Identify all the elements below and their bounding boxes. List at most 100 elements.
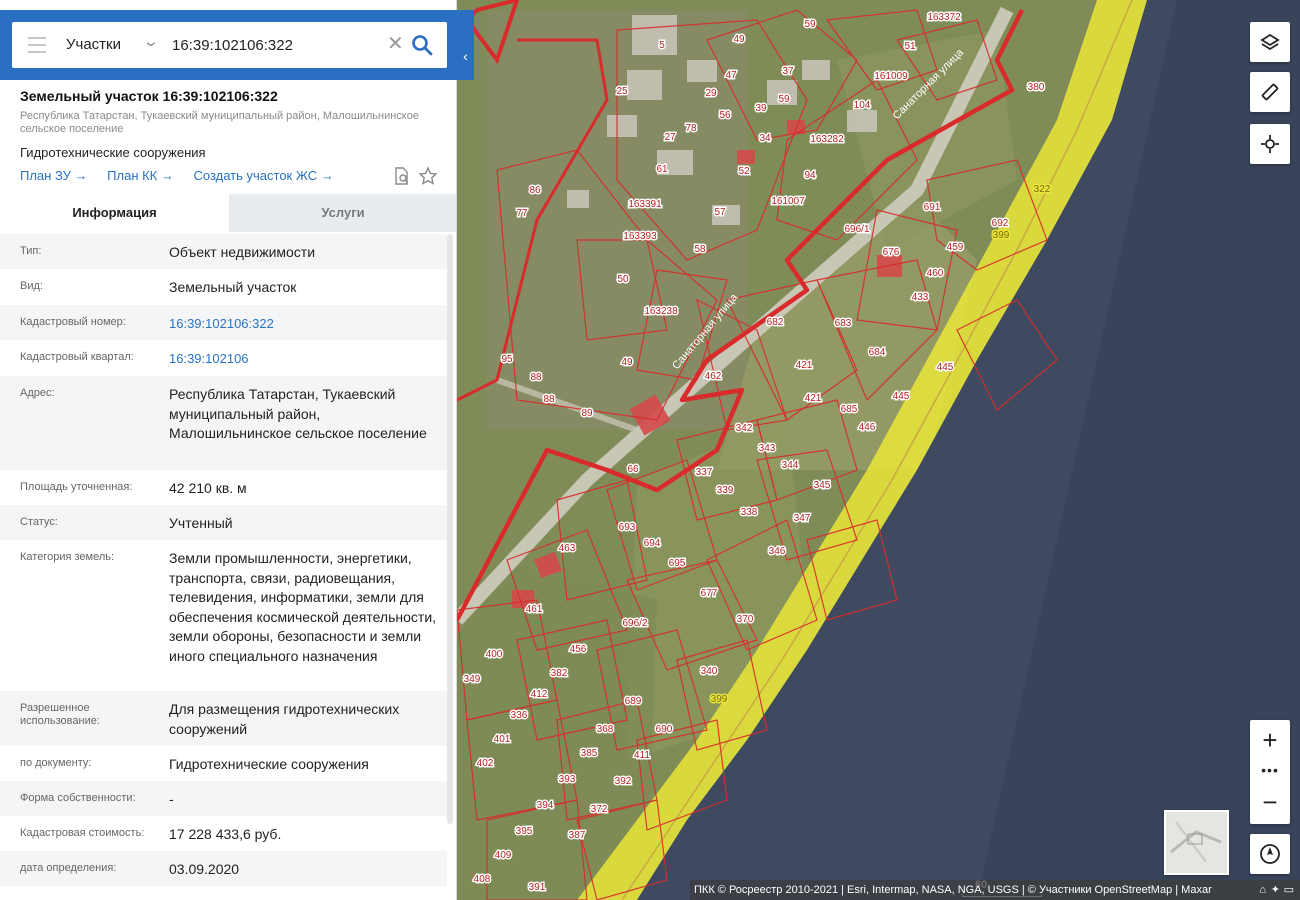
parcel-number-label[interactable]: 163238 xyxy=(643,305,680,319)
parcel-number-label[interactable]: 27 xyxy=(663,131,678,145)
parcel-number-label[interactable]: 39 xyxy=(754,102,769,116)
chevron-down-icon[interactable]: ⌄ xyxy=(142,33,160,50)
parcel-number-label[interactable]: 460 xyxy=(925,267,945,281)
parcel-number-label[interactable]: 421 xyxy=(794,359,814,373)
home-icon[interactable]: ⌂ xyxy=(1259,880,1266,900)
minimap[interactable] xyxy=(1164,810,1229,875)
parcel-number-label[interactable]: 382 xyxy=(549,667,569,681)
collapse-panel-icon[interactable]: ‹ xyxy=(457,46,474,66)
star-icon[interactable] xyxy=(418,166,438,186)
parcel-number-label[interactable]: 691 xyxy=(922,201,942,215)
parcel-number-label[interactable]: 58 xyxy=(693,243,708,257)
parcel-number-label[interactable]: 400 xyxy=(484,648,504,662)
parcel-number-label[interactable]: 346 xyxy=(767,545,787,559)
parcel-number-label[interactable]: 696/1 xyxy=(843,223,871,237)
measure-button[interactable] xyxy=(1250,72,1290,112)
parcel-number-label[interactable]: 692 xyxy=(990,217,1010,231)
compass-button[interactable] xyxy=(1250,834,1290,874)
parcel-number-label[interactable]: 29 xyxy=(704,87,719,101)
parcel-number-label[interactable]: 49 xyxy=(620,356,635,370)
layers-button[interactable] xyxy=(1250,22,1290,62)
parcel-number-label[interactable]: 163282 xyxy=(809,133,846,147)
parcel-number-label[interactable]: 684 xyxy=(867,346,887,360)
search-type-select[interactable]: Участки xyxy=(66,36,121,53)
panel-scrollbar[interactable] xyxy=(447,234,453,824)
parcel-number-label[interactable]: 409 xyxy=(493,849,513,863)
parcel-number-label[interactable]: 104 xyxy=(852,99,872,113)
parcel-number-label[interactable]: 161009 xyxy=(873,70,910,84)
parcel-number-label[interactable]: 380 xyxy=(1026,81,1046,95)
parcel-number-label[interactable]: 387 xyxy=(567,829,587,843)
parcel-number-label[interactable]: 392 xyxy=(613,775,633,789)
parcel-number-label[interactable]: 95 xyxy=(500,353,515,367)
parcel-number-label[interactable]: 461 xyxy=(524,603,544,617)
parcel-number-label[interactable]: 340 xyxy=(699,665,719,679)
parcel-number-label[interactable]: 408 xyxy=(472,873,492,887)
parcel-number-label[interactable]: 693 xyxy=(617,521,637,535)
parcel-number-label[interactable]: 685 xyxy=(839,403,859,417)
map-view[interactable]: Санаторная улица Санаторная улица 5 49 59 1… xyxy=(457,0,1300,900)
parcel-number-label[interactable]: 344 xyxy=(780,459,800,473)
parcel-number-label[interactable]: 88 xyxy=(542,393,557,407)
parcel-number-label[interactable]: 459 xyxy=(945,241,965,255)
create-parcel-link[interactable]: Создать участок ЖС → xyxy=(194,168,334,183)
parcel-number-label[interactable]: 402 xyxy=(475,757,495,771)
parcel-number-label[interactable]: 411 xyxy=(633,749,652,763)
parcel-number-label[interactable]: 463 xyxy=(557,542,577,556)
clear-icon[interactable]: ✕ xyxy=(387,32,404,56)
pin-icon[interactable]: ✦ xyxy=(1271,880,1280,900)
parcel-number-label[interactable]: 368 xyxy=(595,723,615,737)
parcel-number-label[interactable]: 394 xyxy=(535,799,555,813)
parcel-number-label[interactable]: 77 xyxy=(515,207,530,221)
parcel-number-label[interactable]: 163393 xyxy=(622,230,659,244)
parcel-number-label[interactable]: 338 xyxy=(739,506,759,520)
parcel-number-label[interactable]: 66 xyxy=(626,463,641,477)
parcel-number-label[interactable]: 462 xyxy=(703,370,723,384)
parcel-number-label[interactable]: 163372 xyxy=(926,11,963,25)
parcel-number-label[interactable]: 385 xyxy=(579,747,599,761)
parcel-number-label[interactable]: 696/2 xyxy=(621,617,649,631)
search-icon[interactable] xyxy=(410,33,434,57)
parcel-number-label[interactable]: 322 xyxy=(1032,183,1052,197)
parcel-number-label[interactable]: 49 xyxy=(732,33,747,47)
search-input[interactable] xyxy=(172,31,382,59)
parcel-number-label[interactable]: 689 xyxy=(623,695,643,709)
parcel-number-label[interactable]: 412 xyxy=(529,688,549,702)
parcel-number-label[interactable]: 347 xyxy=(792,512,812,526)
parcel-number-label[interactable]: 433 xyxy=(910,291,930,305)
plan-kk-link[interactable]: План КК → xyxy=(107,168,174,183)
parcel-number-label[interactable]: 161007 xyxy=(770,195,807,209)
parcel-number-label[interactable]: 456 xyxy=(568,643,588,657)
locate-button[interactable] xyxy=(1250,124,1290,164)
parcel-number-label[interactable]: 345 xyxy=(812,479,832,493)
parcel-number-label[interactable]: 694 xyxy=(642,537,662,551)
parcel-number-label[interactable]: 57 xyxy=(713,206,728,220)
zoom-in-button[interactable]: + xyxy=(1250,724,1290,756)
parcel-number-label[interactable]: 445 xyxy=(935,361,955,375)
parcel-number-label[interactable]: 88 xyxy=(529,371,544,385)
parcel-number-label[interactable]: 399 xyxy=(991,229,1011,243)
parcel-number-label[interactable]: 682 xyxy=(765,316,785,330)
tab-info[interactable]: Информация xyxy=(0,194,229,232)
parcel-number-label[interactable]: 94 xyxy=(803,169,818,183)
parcel-number-label[interactable]: 47 xyxy=(724,69,739,83)
parcel-number-label[interactable]: 393 xyxy=(557,773,577,787)
parcel-number-label[interactable]: 421 xyxy=(803,392,823,406)
parcel-number-label[interactable]: 690 xyxy=(654,723,674,737)
tab-services[interactable]: Услуги xyxy=(229,194,456,232)
fullscreen-icon[interactable]: ▭ xyxy=(1284,880,1294,900)
parcel-number-label[interactable]: 89 xyxy=(580,407,595,421)
parcel-number-label[interactable]: 391 xyxy=(527,881,547,895)
parcel-number-label[interactable]: 349 xyxy=(462,673,482,687)
parcel-number-label[interactable]: 50 xyxy=(616,273,631,287)
parcel-number-label[interactable]: 695 xyxy=(667,557,687,571)
search-document-icon[interactable] xyxy=(392,166,412,186)
parcel-number-label[interactable]: 37 xyxy=(781,65,796,79)
parcel-number-label[interactable]: 5 xyxy=(658,39,667,53)
parcel-number-label[interactable]: 677 xyxy=(699,587,719,601)
cadastral-quarter-link[interactable]: 16:39:102106 xyxy=(169,349,444,369)
parcel-number-label[interactable]: 163391 xyxy=(627,198,664,212)
parcel-number-label[interactable]: 395 xyxy=(514,825,534,839)
parcel-number-label[interactable]: 401 xyxy=(492,733,512,747)
parcel-number-label[interactable]: 337 xyxy=(694,466,714,480)
